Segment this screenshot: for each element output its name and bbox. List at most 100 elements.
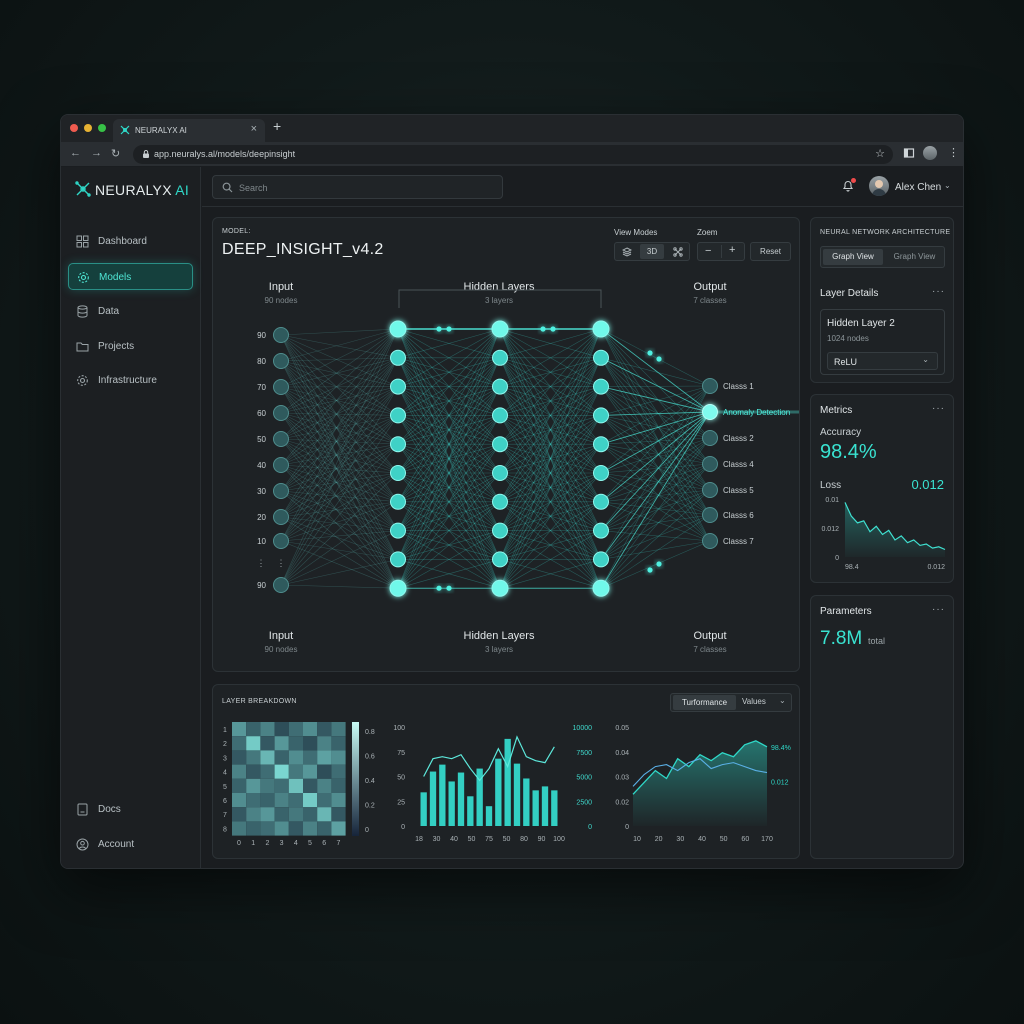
area-x-tick: 50 [720, 836, 728, 843]
loss-y-tick: 0 [835, 555, 839, 562]
sidebar-item-projects[interactable]: Projects [68, 333, 193, 360]
input-ellipsis-dots: ⋮ [277, 558, 286, 568]
chevron-down-icon[interactable]: ⌄ [779, 696, 786, 705]
layer-details-more-icon[interactable]: ··· [932, 286, 945, 297]
sidebar-item-infrastructure[interactable]: Infrastructure [68, 367, 193, 394]
area-y-tick: 0 [625, 824, 629, 831]
layer-heatmap: 1 2 3 4 5 6 7 8 0 1 2 3 4 5 6 7 0.8 0.6 0.4 0.2 0 [223, 722, 375, 847]
browser-tab[interactable]: NEURALYX AI × [113, 119, 265, 142]
graph-view-tab[interactable]: Graph View [885, 249, 944, 265]
chevron-down-icon[interactable]: ⌄ [944, 181, 951, 190]
layer-name: Hidden Layer 2 [827, 318, 895, 329]
connection-line [280, 334, 399, 502]
doc-icon [77, 803, 88, 816]
connection-line [600, 540, 711, 560]
output-node [702, 507, 718, 523]
bar-mark [504, 738, 511, 826]
neural-network-graph[interactable]: 90 80 70 60 50 40 30 20 10 ⋮ ⋮ 90 Classs 1 Anomaly D… [213, 218, 801, 673]
loss-label: Loss [820, 480, 842, 491]
values-tab[interactable]: Values [742, 697, 766, 706]
bar-y-right-tick: 2500 [576, 799, 592, 806]
minimize-window-button[interactable] [84, 124, 92, 132]
output-class-label: Classs 4 [723, 460, 754, 469]
area-x-tick: 10 [633, 836, 641, 843]
accuracy-label: Accuracy [820, 427, 862, 438]
heatmap-cell [246, 722, 261, 737]
user-name[interactable]: Alex Chen [895, 182, 941, 193]
bar-mark [532, 790, 539, 826]
metrics-title: Metrics [820, 405, 853, 416]
sidebar-item-data[interactable]: Data [68, 298, 193, 325]
bookmark-star-icon[interactable]: ☆ [875, 147, 885, 160]
hidden-node [492, 436, 508, 453]
parameters-more-icon[interactable]: ··· [932, 604, 945, 615]
bar-mark [495, 758, 502, 826]
hidden-node [593, 436, 609, 453]
heatmap-col-label: 7 [336, 840, 340, 847]
address-bar: ← → ↻ app.neuralys.al/models/deepinsight… [61, 142, 963, 167]
tab-title: NEURALYX AI [135, 126, 187, 135]
loss-y-tick: 0.01 [825, 497, 839, 504]
bar-mark [457, 772, 465, 826]
loss-x-tick: 98.4 [845, 564, 859, 571]
close-window-button[interactable] [70, 124, 78, 132]
performance-tab[interactable]: Turformance [673, 695, 736, 710]
sidebar-item-label: Dashboard [98, 236, 147, 247]
bar-y-right-tick: 5000 [576, 775, 592, 782]
sidebar-item-models[interactable]: Models [68, 263, 193, 290]
heatmap-cell [232, 821, 247, 836]
heatmap-row-label: 3 [223, 755, 227, 762]
sidebar-item-dashboard[interactable]: Dashboard [68, 228, 193, 255]
area-x-tick: 40 [698, 836, 706, 843]
heatmap-row-label: 6 [223, 798, 227, 805]
maximize-window-button[interactable] [98, 124, 106, 132]
connection-line [280, 490, 399, 531]
graph-view-tab-active[interactable]: Graph View [823, 249, 883, 265]
search-input[interactable]: Search [212, 175, 503, 199]
bar-y-left-tick: 100 [393, 725, 405, 732]
new-tab-button[interactable]: + [273, 118, 281, 134]
hidden-node [390, 493, 406, 510]
heatmap-col-label: 2 [265, 840, 269, 847]
output-node [702, 456, 718, 472]
metrics-more-icon[interactable]: ··· [932, 403, 945, 414]
heatmap-cell [232, 750, 247, 765]
signal-pulse [647, 350, 653, 356]
forward-icon[interactable]: → [91, 147, 102, 159]
signal-pulse [647, 567, 653, 573]
more-menu-icon[interactable]: ⋮ [948, 146, 959, 159]
back-icon[interactable]: ← [70, 147, 81, 159]
layer-node-count: 1024 nodes [827, 334, 869, 343]
sidebar-item-docs[interactable]: Docs [68, 796, 193, 823]
heatmap-cell [246, 778, 261, 793]
hidden-layers-bracket [398, 289, 602, 308]
parameters-title: Parameters [820, 606, 872, 617]
activation-select[interactable]: ReLU ⌄ [827, 352, 938, 370]
parameters-panel: Parameters ··· 7.8M total [810, 595, 954, 859]
reload-icon[interactable]: ↻ [111, 147, 120, 160]
tab-close-button[interactable]: × [251, 123, 257, 135]
profile-avatar-icon[interactable] [923, 146, 937, 160]
heatmap-cell [260, 778, 275, 793]
input-value-label: 90 [257, 581, 266, 590]
heatmap-cell [274, 793, 289, 808]
sidebar-toggle-icon[interactable] [903, 147, 915, 159]
activation-value: ReLU [834, 357, 858, 367]
avatar[interactable] [869, 176, 889, 196]
database-icon [77, 305, 88, 318]
area-y-tick: 0.02 [615, 799, 629, 806]
hidden-node [389, 320, 407, 338]
sidebar: NEURALYX AI Dashboard Models Data Projec… [61, 167, 201, 868]
input-value-label: 50 [257, 435, 266, 444]
folder-icon [76, 342, 89, 352]
heatmap-scale-tick: 0 [365, 827, 369, 834]
input-node [273, 379, 289, 395]
url-field[interactable]: app.neuralys.al/models/deepinsight ☆ [133, 145, 893, 164]
input-node [273, 431, 289, 447]
area-fill [633, 740, 767, 826]
hidden-node [593, 349, 609, 366]
heatmap-row-label: 8 [223, 826, 227, 833]
sidebar-item-label: Models [99, 272, 132, 283]
connection-line [600, 540, 711, 589]
sidebar-item-account[interactable]: Account [68, 831, 193, 858]
